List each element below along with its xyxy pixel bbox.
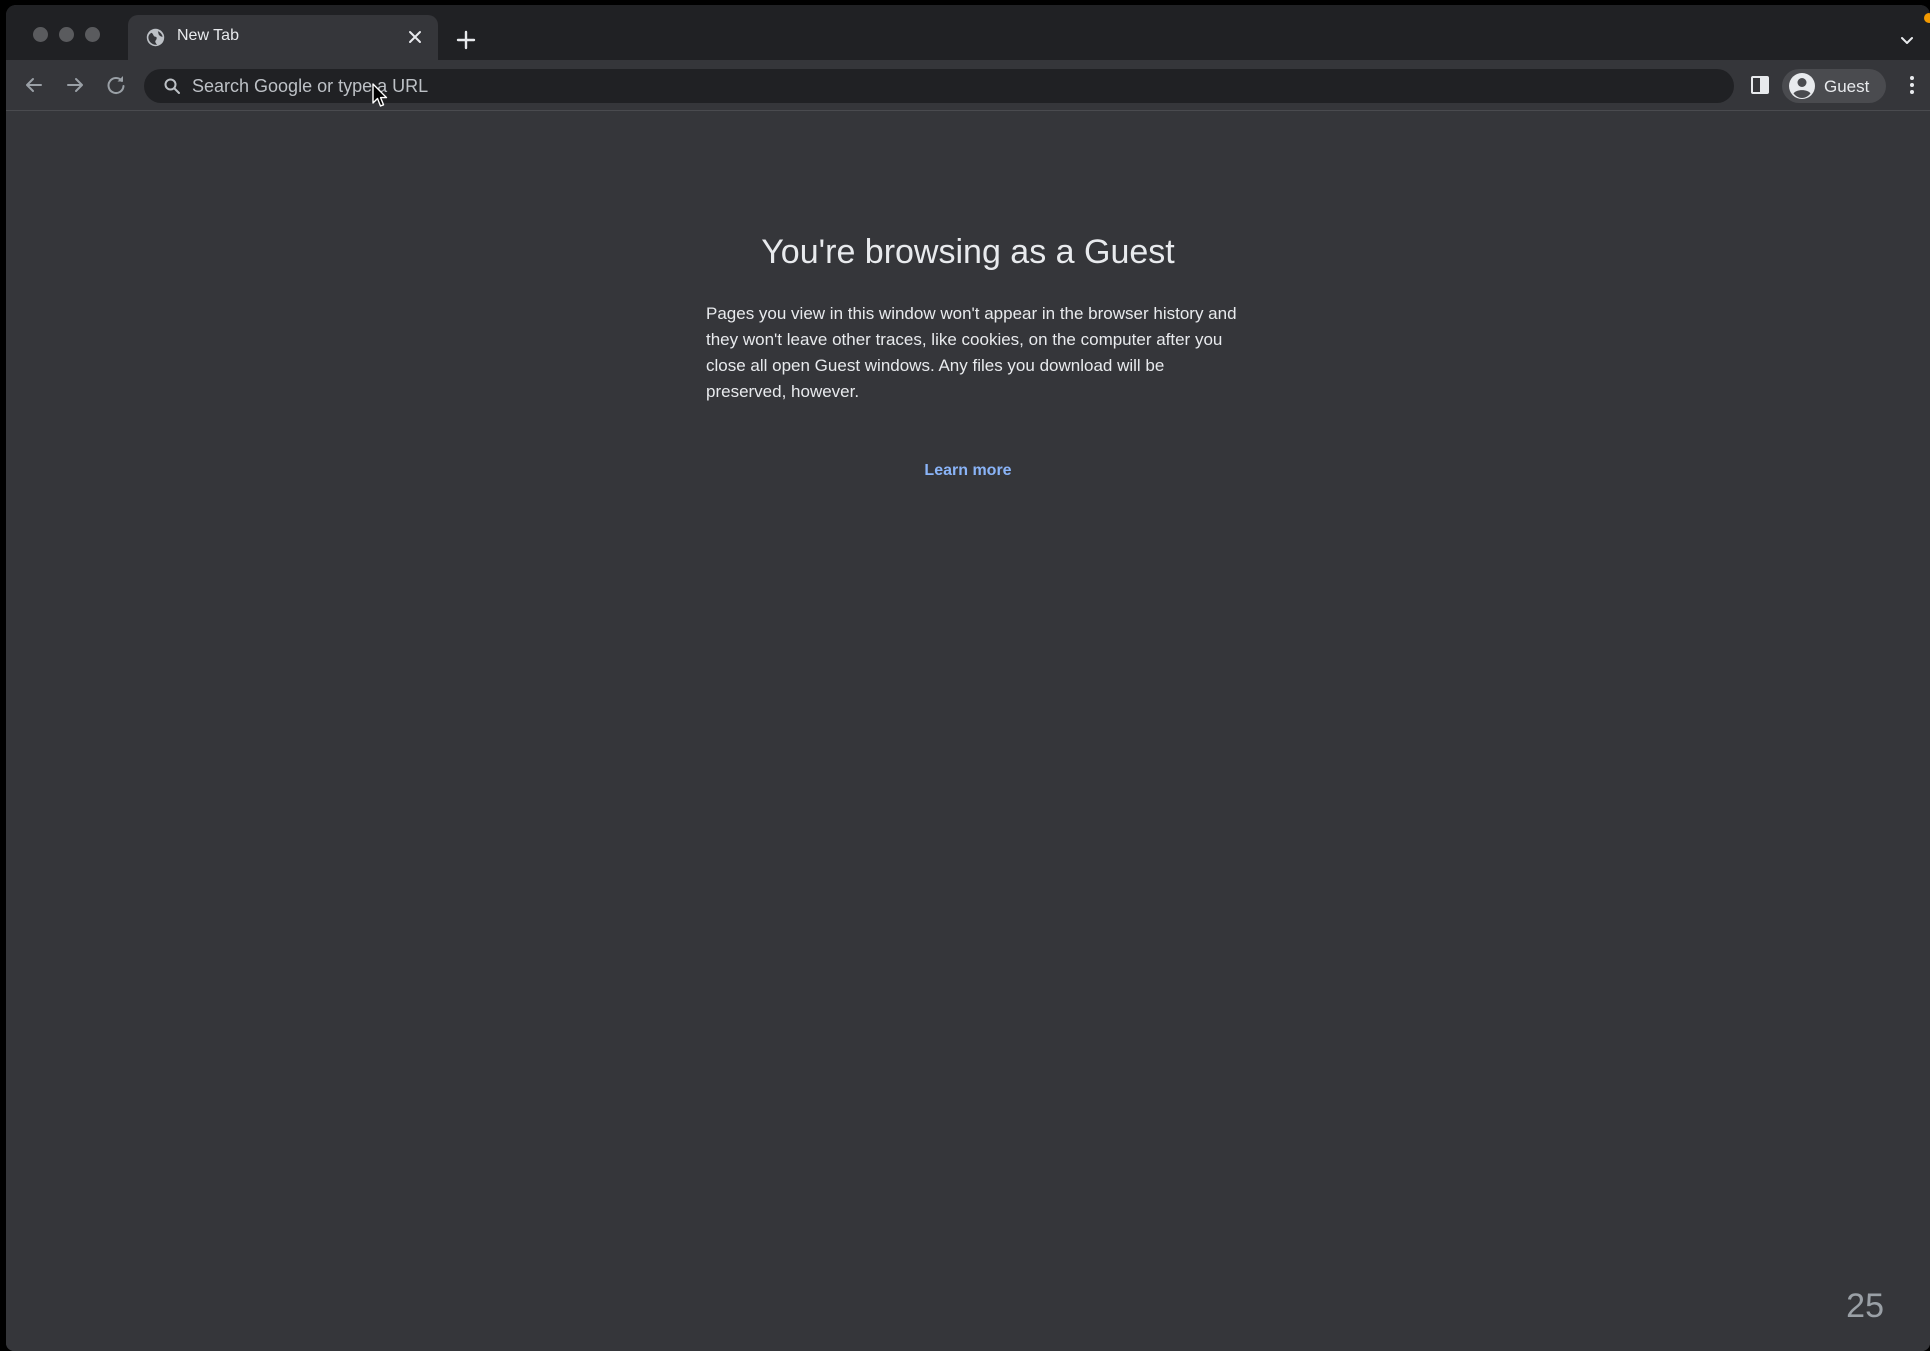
globe-icon [146, 28, 165, 47]
guest-page: You're browsing as a Guest Pages you vie… [6, 111, 1930, 1351]
arrow-left-icon[interactable] [21, 72, 47, 98]
search-icon [163, 77, 181, 95]
profile-label: Guest [1824, 77, 1870, 96]
tab-title: New Tab [177, 27, 239, 44]
side-panel-icon[interactable] [1747, 72, 1773, 98]
page-title: You're browsing as a Guest [761, 233, 1175, 271]
omnibox-input[interactable] [192, 69, 1712, 103]
chevron-down-icon[interactable] [1898, 31, 1916, 49]
plus-icon[interactable] [455, 29, 477, 51]
toolbar: Guest [6, 60, 1930, 111]
learn-more-link[interactable]: Learn more [924, 462, 1011, 479]
mouse-cursor-icon [371, 83, 389, 109]
kebab-menu-icon[interactable] [1899, 72, 1925, 98]
account-circle-icon [1788, 72, 1816, 100]
tab-strip: New Tab [6, 5, 1930, 60]
recording-indicator [1924, 13, 1930, 23]
tab-new-tab[interactable]: New Tab [128, 15, 438, 60]
window-close-button[interactable] [33, 27, 48, 42]
profile-button[interactable]: Guest [1782, 69, 1886, 103]
window-maximize-button[interactable] [85, 27, 100, 42]
close-icon[interactable] [406, 28, 424, 46]
arrow-right-icon[interactable] [62, 72, 88, 98]
browser-window: New Tab Search Google or type a URL Gues… [6, 5, 1930, 1351]
page-counter: 25 [1846, 1287, 1884, 1325]
window-minimize-button[interactable] [59, 27, 74, 42]
learn-more-row: Learn more [6, 462, 1930, 480]
reload-icon[interactable] [103, 72, 129, 98]
guest-description: Pages you view in this window won't appe… [706, 304, 1237, 401]
